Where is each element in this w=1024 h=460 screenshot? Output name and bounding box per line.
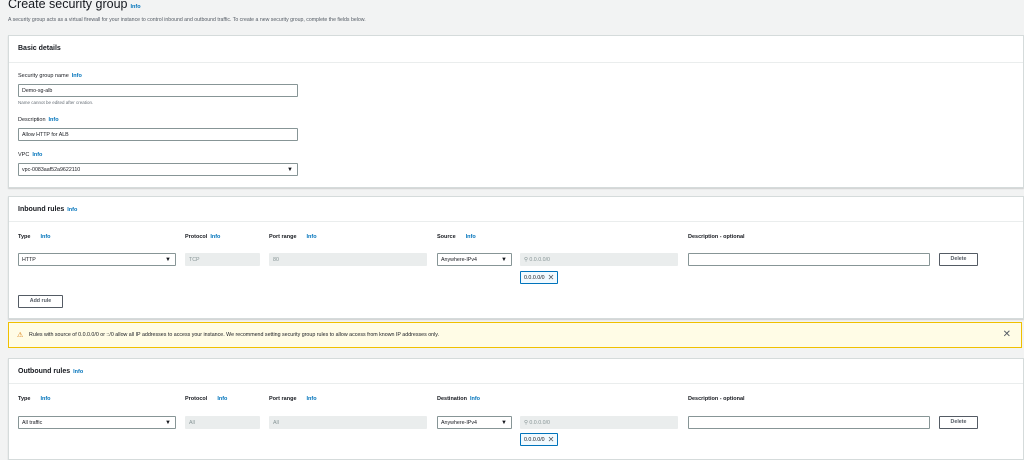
inbound-protocol-field: TCP [185, 253, 260, 266]
inbound-type-value: HTTP [22, 257, 36, 263]
outbound-rules-panel: Outbound rules Info Type Info Protocol Info… [8, 358, 1024, 460]
sg-name-input[interactable]: Demo-sg-alb [18, 84, 298, 97]
col-description: Description - optional [688, 234, 745, 240]
protocol-info-link[interactable]: Info [210, 234, 220, 240]
add-rule-button[interactable]: Add rule [18, 295, 63, 308]
col-port-range: Port range Info [269, 234, 317, 240]
sg-name-hint: Name cannot be edited after creation. [18, 100, 94, 105]
inbound-type-select[interactable]: HTTP ▼ [18, 253, 176, 266]
description-label: Description Info [18, 117, 59, 123]
outbound-destination-select[interactable]: Anywhere-IPv4 ▼ [437, 416, 512, 429]
page-description: A security group acts as a virtual firew… [8, 17, 366, 23]
search-icon: ⚲ [524, 257, 528, 263]
search-icon: ⚲ [524, 420, 528, 426]
out-col-type: Type Info [18, 396, 51, 402]
page-title: Create security group Info [8, 0, 141, 11]
port-info-link[interactable]: Info [307, 234, 317, 240]
inbound-source-value: Anywhere-IPv4 [441, 257, 477, 263]
out-col-protocol: Protocol Info [185, 396, 228, 402]
outbound-chip-label: 0.0.0.0/0 [524, 437, 545, 443]
vpc-select-value: vpc-0083aaf52a9622110 [22, 167, 81, 173]
basic-details-heading: Basic details [18, 45, 61, 52]
out-col-description: Description - optional [688, 396, 745, 402]
sg-name-label: Security group name Info [18, 73, 82, 79]
outbound-type-value: All traffic [22, 420, 43, 426]
basic-details-panel: Basic details Security group name Info De… [8, 35, 1024, 188]
inbound-chip-label: 0.0.0.0/0 [524, 275, 545, 281]
col-type: Type Info [18, 234, 51, 240]
outbound-info-link[interactable]: Info [73, 369, 83, 375]
out-type-info-link[interactable]: Info [40, 396, 50, 402]
inbound-cidr-placeholder: 0.0.0.0/0 [529, 257, 550, 263]
outbound-cidr-placeholder: 0.0.0.0/0 [529, 420, 550, 426]
vpc-select[interactable]: vpc-0083aaf52a9622110 ▼ [18, 163, 298, 176]
caret-down-icon: ▼ [501, 257, 507, 263]
inbound-cidr-search[interactable]: ⚲ 0.0.0.0/0 [520, 253, 678, 266]
caret-down-icon: ▼ [287, 167, 293, 173]
inbound-description-input[interactable] [688, 253, 930, 266]
out-col-destination: Destination Info [437, 396, 481, 402]
out-col-port-range: Port range Info [269, 396, 317, 402]
close-icon[interactable]: ✕ [548, 273, 555, 282]
outbound-protocol-field: All [185, 416, 260, 429]
source-info-link[interactable]: Info [466, 234, 476, 240]
warning-text: Rules with source of 0.0.0.0/0 or ::/0 a… [29, 332, 440, 338]
inbound-cidr-chip[interactable]: 0.0.0.0/0 ✕ [520, 271, 559, 284]
inbound-delete-button[interactable]: Delete [939, 253, 978, 266]
outbound-cidr-search[interactable]: ⚲ 0.0.0.0/0 [520, 416, 678, 429]
warning-icon: ⚠ [17, 332, 24, 339]
outbound-description-input[interactable] [688, 416, 930, 429]
outbound-delete-button[interactable]: Delete [939, 416, 978, 429]
sg-name-info-link[interactable]: Info [72, 73, 82, 79]
caret-down-icon: ▼ [165, 257, 171, 263]
inbound-rules-heading: Inbound rules Info [18, 206, 78, 213]
inbound-rules-panel: Inbound rules Info Type Info Protocol Info … [8, 196, 1024, 319]
description-info-link[interactable]: Info [49, 117, 59, 123]
out-port-info-link[interactable]: Info [307, 396, 317, 402]
col-source: Source Info [437, 234, 476, 240]
close-icon[interactable]: ✕ [1003, 329, 1011, 340]
caret-down-icon: ▼ [501, 420, 507, 426]
outbound-cidr-chip[interactable]: 0.0.0.0/0 ✕ [520, 433, 559, 446]
vpc-label: VPC Info [18, 152, 43, 158]
inbound-port-field: 80 [269, 253, 427, 266]
col-protocol: Protocol Info [185, 234, 221, 240]
out-dest-info-link[interactable]: Info [470, 396, 480, 402]
inbound-source-select[interactable]: Anywhere-IPv4 ▼ [437, 253, 512, 266]
vpc-info-link[interactable]: Info [32, 152, 42, 158]
title-info-link[interactable]: Info [131, 4, 141, 10]
outbound-type-select[interactable]: All traffic ▼ [18, 416, 176, 429]
outbound-destination-value: Anywhere-IPv4 [441, 420, 477, 426]
description-input[interactable]: Allow HTTP for ALB [18, 128, 298, 141]
type-info-link[interactable]: Info [40, 234, 50, 240]
out-protocol-info-link[interactable]: Info [217, 396, 227, 402]
inbound-info-link[interactable]: Info [67, 207, 77, 213]
outbound-rules-heading: Outbound rules Info [18, 368, 84, 375]
outbound-port-field: All [269, 416, 427, 429]
warning-banner: ⚠ Rules with source of 0.0.0.0/0 or ::/0… [8, 322, 1022, 348]
caret-down-icon: ▼ [165, 420, 171, 426]
